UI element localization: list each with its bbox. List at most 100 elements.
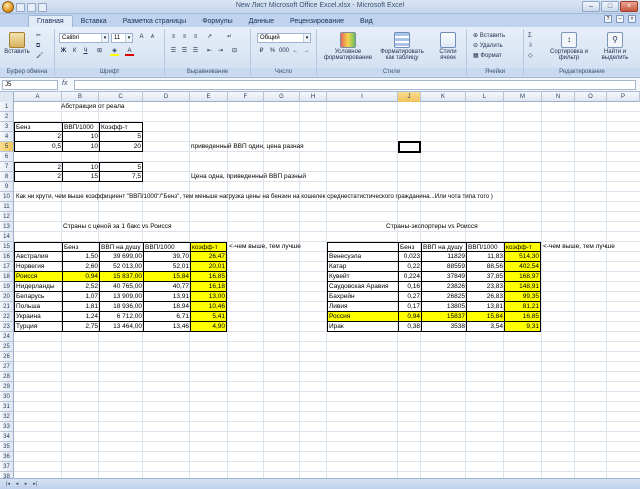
left-table-benz-cell[interactable]: 2,60 [62,262,99,272]
right-table-benz-cell[interactable]: 0,22 [398,262,421,272]
right-table-coef-cell[interactable]: 81,21 [504,302,541,312]
left-table-benz-cell[interactable]: 1,24 [62,312,99,322]
align-top-icon[interactable]: ≡ [169,33,178,42]
row-header-28[interactable]: 28 [0,372,14,382]
font-color-icon[interactable]: A [125,47,134,56]
find-select-button[interactable]: ⚲ Найти и выделить [594,31,636,67]
left-table-gdp-cell[interactable]: 6 712,00 [99,312,143,322]
left-table-country-cell[interactable]: Беларусь [14,292,62,302]
row-header-23[interactable]: 23 [0,322,14,332]
paste-button[interactable]: Вставить [2,31,32,67]
right-table-gdp1000-cell[interactable]: 3,54 [466,322,504,332]
underline-button[interactable]: Ч [81,47,90,56]
conditional-format-button[interactable]: Условное форматирование [323,31,373,67]
row-header-13[interactable]: 13 [0,222,14,232]
cell-e15[interactable]: коэфф-т [190,242,227,252]
right-table-country-cell[interactable]: Кувейт [327,272,398,282]
row-header-29[interactable]: 29 [0,382,14,392]
column-header-n[interactable]: N [542,92,575,102]
italic-button[interactable]: К [70,47,79,56]
tab-page-layout[interactable]: Разметка страницы [115,16,195,27]
prev-sheet-icon[interactable]: ◂ [13,480,21,488]
thousands-icon[interactable]: 000 [279,47,289,56]
left-table-gdp-cell[interactable]: 13 464,00 [99,322,143,332]
row-header-3[interactable]: 3 [0,122,14,132]
row-header-11[interactable]: 11 [0,202,14,212]
row-header-20[interactable]: 20 [0,292,14,302]
column-header-b[interactable]: B [62,92,99,102]
cell-c5[interactable]: 20 [99,142,143,152]
row-header-6[interactable]: 6 [0,152,14,162]
row-header-18[interactable]: 18 [0,272,14,282]
last-sheet-icon[interactable]: ▸| [31,480,39,488]
row-header-17[interactable]: 17 [0,262,14,272]
shrink-font-icon[interactable]: A [148,33,157,42]
left-table-gdp1000-cell[interactable]: 13,91 [143,292,190,302]
column-header-k[interactable]: K [421,92,466,102]
font-name-combo[interactable]: Calibri ▾ [59,33,109,43]
row-header-27[interactable]: 27 [0,362,14,372]
right-table-coef-cell[interactable]: 16,85 [504,312,541,322]
cell-a8[interactable]: 2 [14,172,62,182]
cell-b1[interactable]: Абстракция от реала [60,102,125,112]
column-header-d[interactable]: D [143,92,190,102]
name-box[interactable]: J5 [2,80,58,90]
cell-l15[interactable]: ВВП/1000 [466,242,504,252]
fill-icon[interactable]: ⇩ [528,42,533,51]
left-table-country-cell[interactable]: Украина [14,312,62,322]
right-table-coef-cell[interactable]: 9,31 [504,322,541,332]
left-table-gdp1000-cell[interactable]: 39,70 [143,252,190,262]
right-table-gdp1000-cell[interactable]: 13,81 [466,302,504,312]
cell-n15[interactable]: <-чем выше, тем лучше [542,242,616,252]
left-table-gdp-cell[interactable]: 40 765,00 [99,282,143,292]
select-all-corner[interactable] [0,92,14,102]
right-table-country-cell[interactable]: Катар [327,262,398,272]
cell-k15[interactable]: ВВП на душу [421,242,466,252]
right-table-gdp1000-cell[interactable]: 15,84 [466,312,504,322]
column-header-f[interactable]: F [228,92,264,102]
left-table-gdp-cell[interactable]: 13 909,00 [99,292,143,302]
fx-icon[interactable]: fx [62,80,67,87]
row-header-7[interactable]: 7 [0,162,14,172]
left-table-country-cell[interactable]: Норвегия [14,262,62,272]
cell-b3[interactable]: ВВП/1000 [62,122,99,132]
format-painter-icon[interactable]: 🖌 [36,52,44,61]
right-table-country-cell[interactable]: Ирак [327,322,398,332]
left-table-benz-cell[interactable]: 1,07 [62,292,99,302]
right-table-gdp-cell[interactable]: 11829 [421,252,466,262]
cell-a3[interactable]: Бенз [14,122,62,132]
first-sheet-icon[interactable]: |◂ [4,480,12,488]
left-table-coef-cell[interactable]: 16,18 [190,282,227,292]
left-table-benz-cell[interactable]: 0,94 [62,272,99,282]
cut-icon[interactable]: ✂ [36,32,41,41]
right-table-country-cell[interactable]: Россия [327,312,398,322]
tab-formulas[interactable]: Формулы [194,16,240,27]
right-table-gdp1000-cell[interactable]: 88,56 [466,262,504,272]
cell-b13[interactable]: Страны с ценой за 1 бакс vs Роисся [62,222,173,232]
left-table-gdp1000-cell[interactable]: 13,46 [143,322,190,332]
help-icon[interactable]: ? [604,15,612,23]
merge-center-icon[interactable]: ⊟ [230,47,239,56]
formula-input[interactable] [74,80,636,90]
row-header-25[interactable]: 25 [0,342,14,352]
align-center-icon[interactable]: ☰ [180,47,189,56]
right-table-benz-cell[interactable]: 0,224 [398,272,421,282]
left-table-coef-cell[interactable]: 5,41 [190,312,227,322]
right-table-coef-cell[interactable]: 402,54 [504,262,541,272]
maximize-icon[interactable]: □ [601,1,619,12]
right-table-benz-cell[interactable]: 0,94 [398,312,421,322]
left-table-coef-cell[interactable]: 26,47 [190,252,227,262]
left-table-gdp1000-cell[interactable]: 6,71 [143,312,190,322]
row-header-1[interactable]: 1 [0,102,14,112]
copy-icon[interactable]: ⧉ [36,42,40,51]
clear-icon[interactable]: ◇ [528,52,533,61]
ribbon-minimize-icon[interactable]: – [616,15,624,23]
row-header-12[interactable]: 12 [0,212,14,222]
cell-a15[interactable] [14,242,62,252]
currency-icon[interactable]: ₽ [257,47,266,56]
align-right-icon[interactable]: ☰ [191,47,200,56]
right-table-coef-cell[interactable]: 148,91 [504,282,541,292]
cell-b8[interactable]: 15 [62,172,99,182]
row-header-33[interactable]: 33 [0,422,14,432]
column-header-h[interactable]: H [300,92,327,102]
